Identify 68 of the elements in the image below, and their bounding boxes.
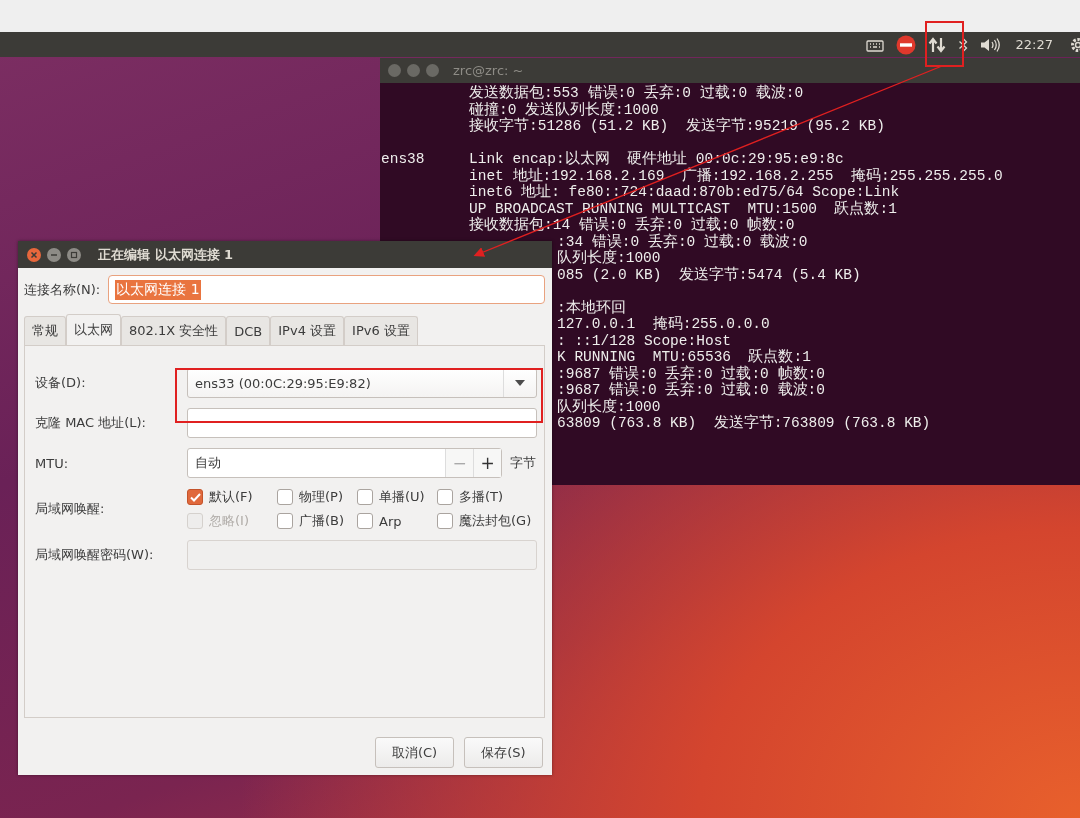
cancel-button[interactable]: 取消(C)	[375, 737, 454, 768]
tab[interactable]: DCB	[226, 316, 271, 345]
tab[interactable]: IPv6 设置	[344, 316, 418, 345]
terminal-line: 63809 (763.8 KB) 发送字节:763809 (763.8 KB)	[557, 415, 931, 432]
spin-field[interactable]: 自动 − +	[187, 448, 502, 478]
field-label: MTU:	[35, 455, 70, 471]
up-down-arrows-icon[interactable]	[927, 35, 946, 54]
checkbox[interactable]	[357, 513, 373, 529]
close-icon[interactable]	[26, 246, 42, 263]
checkbox-label[interactable]: Arp	[379, 513, 402, 529]
checkbox[interactable]	[357, 489, 373, 505]
terminal-line: 接收字节:51286 (51.2 KB) 发送字节:95219 (95.2 KB)	[469, 118, 885, 135]
caret-icon	[515, 380, 525, 386]
field-label: 局域网唤醒密码(W):	[35, 546, 155, 564]
terminal-line: 队列长度:1000	[557, 250, 661, 267]
save-button[interactable]: 保存(S)	[464, 737, 543, 768]
terminal-line: K RUNNING MTU:65536 跃点数:1	[557, 349, 811, 365]
unit-label: 字节	[510, 454, 536, 472]
checkbox-label[interactable]: 默认(F)	[209, 488, 253, 506]
terminal-line: 127.0.0.1 掩码:255.0.0.0	[557, 316, 770, 333]
no-entry-icon[interactable]	[895, 34, 916, 55]
field-label: 设备(D):	[35, 374, 87, 392]
terminal-line: :9687 错误:0 丢弃:0 过载:0 帧数:0	[557, 365, 825, 382]
checkbox[interactable]	[437, 513, 453, 529]
terminal-line: : ::1/128 Scope:Host	[557, 332, 732, 349]
field-label: 克隆 MAC 地址(L):	[35, 414, 147, 432]
terminal-line: 队列长度:1000	[557, 398, 661, 415]
minimize-icon[interactable]	[46, 246, 62, 263]
clock[interactable]: 22:27	[1015, 37, 1053, 52]
gear-icon[interactable]	[1069, 35, 1080, 54]
checkbox[interactable]	[277, 489, 293, 505]
highlight-frame	[925, 21, 964, 67]
interface-name: ens38	[381, 151, 426, 168]
terminal-line: :34 错误:0 丢弃:0 过载:0 载波:0	[557, 233, 808, 250]
maximize-icon[interactable]	[426, 64, 439, 77]
terminal-line: UP BROADCAST RUNNING MULTICAST MTU:1500 跃点数:1	[469, 200, 897, 217]
volume-icon[interactable]	[979, 36, 1000, 53]
tab[interactable]: IPv4 设置	[270, 316, 345, 345]
maximize-icon[interactable]	[66, 246, 82, 263]
input-field[interactable]	[187, 540, 537, 570]
terminal-line: 碰撞:0 发送队列长度:1000	[469, 101, 659, 118]
checkbox-label[interactable]: 广播(B)	[299, 512, 345, 530]
field-label: 连接名称(N):	[24, 280, 101, 299]
bluetooth-icon[interactable]	[957, 36, 968, 53]
checkbox[interactable]	[187, 489, 203, 505]
device-dropdown[interactable]: ens33 (00:0C:29:95:E9:82)	[187, 368, 537, 398]
window-title: zrc@zrc: ~	[453, 63, 524, 78]
checkbox-label[interactable]: 单播(U)	[379, 488, 425, 506]
tab[interactable]: 802.1X 安全性	[121, 316, 227, 345]
checkbox[interactable]	[277, 513, 293, 529]
checkbox-label[interactable]: 魔法封包(G)	[459, 512, 532, 530]
minimize-icon[interactable]	[407, 64, 420, 77]
terminal-line: :9687 错误:0 丢弃:0 过载:0 载波:0	[557, 382, 825, 398]
terminal-line: :本地环回	[557, 299, 626, 316]
checkbox-label[interactable]: 物理(P)	[299, 488, 343, 506]
tab[interactable]: 以太网	[66, 314, 121, 345]
checkbox[interactable]	[437, 489, 453, 505]
field-label: 局域网唤醒:	[35, 500, 106, 518]
tab[interactable]: 常规	[24, 316, 66, 345]
close-icon[interactable]	[388, 64, 401, 77]
terminal-line: 085 (2.0 KB) 发送字节:5474 (5.4 KB)	[557, 266, 861, 283]
terminal-line: 接收数据包:14 错误:0 丢弃:0 过载:0 帧数:0	[469, 217, 795, 233]
input-field[interactable]	[187, 408, 537, 438]
terminal-line: 发送数据包:553 错误:0 丢弃:0 过载:0 载波:0	[469, 85, 804, 101]
window-title: 正在编辑 以太网连接 1	[98, 245, 234, 264]
increment-button[interactable]: +	[473, 449, 501, 477]
checkbox-label[interactable]: 多播(T)	[459, 488, 504, 506]
keyboard-icon[interactable]	[865, 37, 884, 52]
